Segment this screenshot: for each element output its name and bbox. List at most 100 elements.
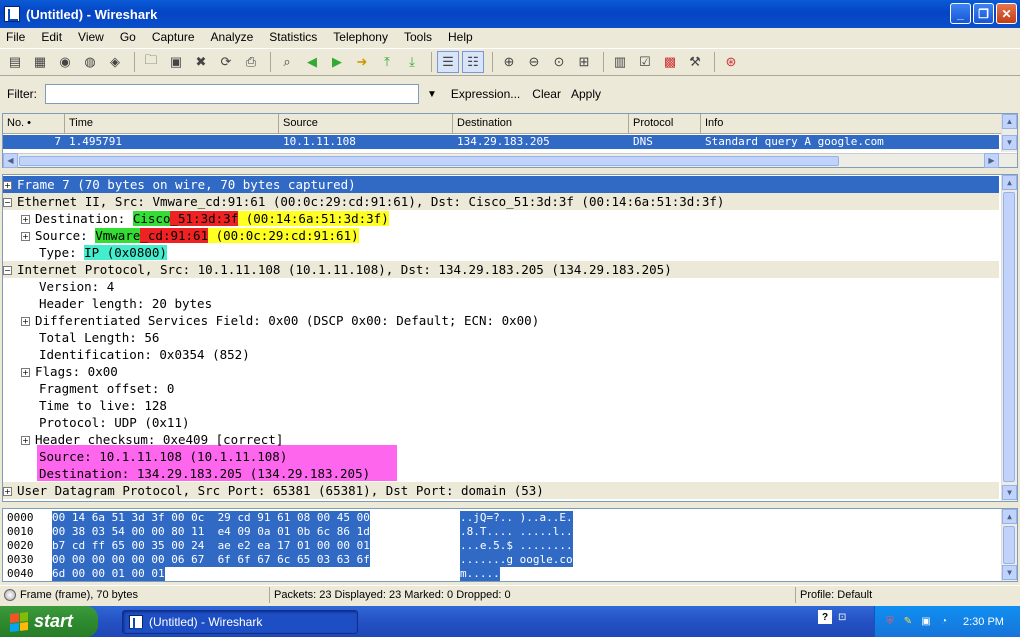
- expand-icon[interactable]: +: [3, 181, 12, 190]
- scroll-down-icon[interactable]: ▼: [1002, 565, 1017, 580]
- expert-info-icon[interactable]: [4, 588, 16, 601]
- packet-list[interactable]: No. • Time Source Destination Protocol I…: [2, 113, 1018, 168]
- hex-ascii[interactable]: .......g oogle.co: [460, 553, 573, 567]
- col-info[interactable]: Info: [701, 114, 1003, 133]
- help-icon[interactable]: ⊛: [720, 51, 742, 73]
- expand-icon[interactable]: +: [21, 232, 30, 241]
- hex-bytes[interactable]: 6d 00 00 01 00 01: [52, 567, 165, 581]
- tree-ip-id[interactable]: Identification: 0x0354 (852): [39, 346, 250, 363]
- hex-ascii[interactable]: ..jQ=?.. )..a..E.: [460, 511, 573, 525]
- apply-button[interactable]: Apply: [571, 87, 601, 101]
- autoscroll-icon[interactable]: ☷: [462, 51, 484, 73]
- tree-ip-checksum[interactable]: + Header checksum: 0xe409 [correct]: [21, 431, 283, 448]
- goto-icon[interactable]: ➜: [351, 51, 373, 73]
- hex-vscroll[interactable]: ▲ ▼: [1001, 509, 1017, 581]
- zoom-normal-icon[interactable]: ⊙: [548, 51, 570, 73]
- packet-details[interactable]: + Frame 7 (70 bytes on wire, 70 bytes cap…: [2, 174, 1018, 502]
- collapse-icon[interactable]: −: [3, 266, 12, 275]
- clear-button[interactable]: Clear: [532, 87, 561, 101]
- close-button[interactable]: ✕: [996, 3, 1017, 24]
- col-protocol[interactable]: Protocol: [629, 114, 701, 133]
- status-profile[interactable]: Profile: Default: [796, 587, 1020, 603]
- tree-ip-ttl[interactable]: Time to live: 128: [39, 397, 167, 414]
- language-icon[interactable]: ⊡: [838, 612, 846, 623]
- first-packet-icon[interactable]: ⤒: [376, 51, 398, 73]
- menu-analyze[interactable]: Analyze: [209, 30, 256, 44]
- tree-ip-proto[interactable]: Protocol: UDP (0x11): [39, 414, 190, 431]
- hex-scroll-thumb[interactable]: [1003, 526, 1015, 564]
- hex-bytes[interactable]: b7 cd ff 65 00 35 00 24 ae e2 ea 17 01 0…: [52, 539, 370, 553]
- packet-list-hscroll[interactable]: ◀ ▶: [3, 153, 1017, 168]
- capture-filters-icon[interactable]: ▥: [609, 51, 631, 73]
- hex-ascii[interactable]: ...e.5.$ ........: [460, 539, 573, 553]
- hex-bytes[interactable]: 00 38 03 54 00 00 80 11 e4 09 0a 01 0b 6…: [52, 525, 370, 539]
- col-source[interactable]: Source: [279, 114, 453, 133]
- find-icon[interactable]: ⌕: [276, 51, 298, 73]
- resize-columns-icon[interactable]: ⊞: [573, 51, 595, 73]
- display-filters-icon[interactable]: ☑: [634, 51, 656, 73]
- restore-button[interactable]: ❐: [973, 3, 994, 24]
- expression-button[interactable]: Expression...: [451, 87, 520, 101]
- scroll-up-icon[interactable]: ▲: [1002, 509, 1017, 524]
- menu-file[interactable]: File: [4, 30, 27, 44]
- filter-input[interactable]: [45, 84, 419, 104]
- zoom-out-icon[interactable]: ⊖: [523, 51, 545, 73]
- col-time[interactable]: Time: [65, 114, 279, 133]
- col-destination[interactable]: Destination: [453, 114, 629, 133]
- hscroll-thumb[interactable]: [19, 156, 839, 166]
- tree-ip-version[interactable]: Version: 4: [39, 278, 114, 295]
- menu-statistics[interactable]: Statistics: [267, 30, 319, 44]
- tree-ethernet[interactable]: − Ethernet II, Src: Vmware_cd:91:61 (00:0…: [3, 193, 999, 210]
- forward-icon[interactable]: ▶: [326, 51, 348, 73]
- expand-icon[interactable]: +: [21, 436, 30, 445]
- menu-tools[interactable]: Tools: [402, 30, 434, 44]
- expand-icon[interactable]: +: [21, 317, 30, 326]
- tree-eth-type[interactable]: Type: IP (0x0800): [39, 244, 167, 261]
- zoom-in-icon[interactable]: ⊕: [498, 51, 520, 73]
- stop-capture-icon[interactable]: ◍: [79, 51, 101, 73]
- expand-icon[interactable]: +: [21, 215, 30, 224]
- help-tray-icon[interactable]: ?: [818, 610, 832, 624]
- menu-capture[interactable]: Capture: [150, 30, 197, 44]
- collapse-icon[interactable]: −: [3, 198, 12, 207]
- network-icon[interactable]: ▣: [919, 615, 933, 629]
- hex-ascii[interactable]: .8.T.... .....l..: [460, 525, 573, 539]
- hex-bytes[interactable]: 00 14 6a 51 3d 3f 00 0c 29 cd 91 61 08 0…: [52, 511, 370, 525]
- tree-ip-destination[interactable]: Destination: 134.29.183.205 (134.29.183.…: [39, 465, 370, 482]
- scroll-right-icon[interactable]: ▶: [984, 153, 999, 168]
- hex-ascii[interactable]: m.....: [460, 567, 500, 581]
- start-capture-icon[interactable]: ◉: [54, 51, 76, 73]
- details-vscroll[interactable]: ▲ ▼: [1001, 175, 1017, 501]
- tree-ip-hlen[interactable]: Header length: 20 bytes: [39, 295, 212, 312]
- tree-ip-frag[interactable]: Fragment offset: 0: [39, 380, 174, 397]
- pencil-icon[interactable]: ✎: [901, 615, 915, 629]
- menu-go[interactable]: Go: [118, 30, 138, 44]
- minimize-button[interactable]: _: [950, 3, 971, 24]
- open-folder-icon[interactable]: 🗀: [140, 51, 162, 73]
- tree-eth-destination[interactable]: + Destination: Cisco_51:3d:3f (00:14:6a:5…: [21, 210, 389, 227]
- options-icon[interactable]: ▦: [29, 51, 51, 73]
- tree-ip-source[interactable]: Source: 10.1.11.108 (10.1.11.108): [39, 448, 287, 465]
- reload-icon[interactable]: ⟳: [215, 51, 237, 73]
- scroll-left-icon[interactable]: ◀: [3, 153, 18, 168]
- print-icon[interactable]: ⎙: [240, 51, 262, 73]
- restart-capture-icon[interactable]: ◈: [104, 51, 126, 73]
- volume-icon[interactable]: ◔: [937, 615, 951, 629]
- chevron-down-icon[interactable]: ▼: [427, 89, 437, 100]
- packet-bytes[interactable]: 0000 00 14 6a 51 3d 3f 00 0c 29 cd 91 61…: [2, 508, 1018, 582]
- expand-icon[interactable]: +: [21, 368, 30, 377]
- back-icon[interactable]: ◀: [301, 51, 323, 73]
- table-row[interactable]: 7 1.495791 10.1.11.108 134.29.183.205 DN…: [3, 135, 999, 149]
- scroll-down-icon[interactable]: ▼: [1002, 135, 1017, 150]
- scroll-up-icon[interactable]: ▲: [1002, 114, 1017, 129]
- colorize-icon[interactable]: ☰: [437, 51, 459, 73]
- menu-help[interactable]: Help: [446, 30, 475, 44]
- interfaces-icon[interactable]: ▤: [4, 51, 26, 73]
- last-packet-icon[interactable]: ⤓: [401, 51, 423, 73]
- hex-bytes[interactable]: 00 00 00 00 00 00 06 67 6f 6f 67 6c 65 0…: [52, 553, 370, 567]
- tree-ip-flags[interactable]: + Flags: 0x00: [21, 363, 118, 380]
- col-no[interactable]: No. •: [3, 114, 65, 133]
- coloring-rules-icon[interactable]: ▩: [659, 51, 681, 73]
- scroll-up-icon[interactable]: ▲: [1002, 175, 1017, 190]
- start-button[interactable]: start: [0, 606, 98, 637]
